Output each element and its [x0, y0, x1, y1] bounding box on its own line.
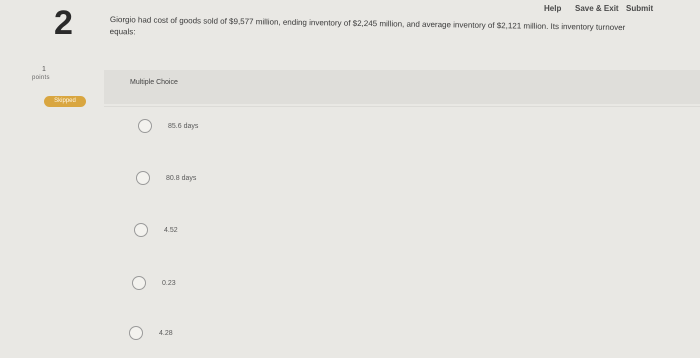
radio-button[interactable]	[129, 326, 143, 340]
radio-button[interactable]	[136, 171, 150, 185]
radio-button[interactable]	[134, 223, 148, 237]
question-type-label: Multiple Choice	[130, 79, 178, 86]
submit-link[interactable]: Submit	[626, 4, 653, 13]
answer-option-label: 4.28	[159, 329, 173, 337]
points-label: points	[32, 75, 50, 81]
question-type-band	[104, 70, 700, 104]
answer-option[interactable]: 4.52	[134, 223, 178, 237]
answer-option-label: 80.8 days	[166, 174, 197, 182]
answer-option-label: 0.23	[162, 279, 176, 287]
points-value: 1	[42, 66, 46, 73]
answer-option[interactable]: 4.28	[129, 326, 173, 340]
answer-option[interactable]: 80.8 days	[136, 171, 196, 185]
answer-option[interactable]: 0.23	[132, 276, 176, 290]
question-number: 2	[54, 4, 73, 42]
answer-option-label: 85.6 days	[168, 122, 199, 130]
status-badge: Skipped	[44, 96, 86, 107]
answer-option[interactable]: 85.6 days	[138, 119, 198, 133]
radio-button[interactable]	[132, 276, 146, 290]
divider	[104, 106, 700, 107]
save-exit-link[interactable]: Save & Exit	[575, 4, 619, 13]
answer-option-label: 4.52	[164, 226, 178, 234]
help-link[interactable]: Help	[544, 4, 561, 13]
radio-button[interactable]	[138, 119, 152, 133]
